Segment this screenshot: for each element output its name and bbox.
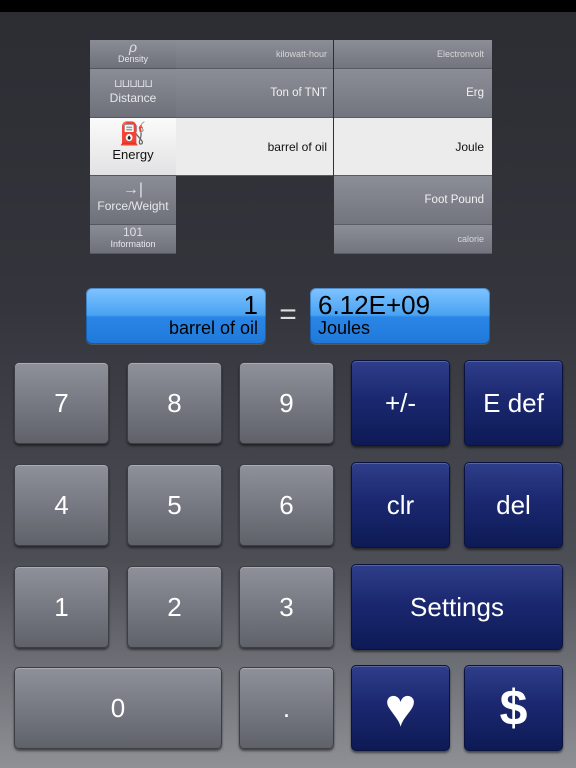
equals-sign: =: [279, 298, 297, 331]
key-1[interactable]: 1: [14, 566, 109, 648]
settings-button[interactable]: Settings: [351, 564, 563, 650]
e-def-button[interactable]: E def: [464, 360, 563, 446]
key-5[interactable]: 5: [127, 464, 222, 546]
key-6[interactable]: 6: [239, 464, 334, 546]
category-density[interactable]: ρ Density: [90, 40, 176, 69]
from-unit-option[interactable]: kilowatt-hour: [176, 40, 333, 69]
currency-button[interactable]: $: [464, 665, 563, 751]
category-energy[interactable]: ⛽ Energy: [90, 118, 176, 176]
to-unit-wheel[interactable]: Electronvolt Erg Joule Foot Pound calori…: [334, 40, 492, 254]
key-4[interactable]: 4: [14, 464, 109, 546]
to-unit-selected[interactable]: Joule: [334, 118, 492, 176]
ruler-icon: ⊔⊔⊔⊔⊔: [114, 78, 153, 90]
to-unit-option[interactable]: calorie: [334, 225, 492, 254]
density-icon: ρ: [128, 39, 138, 55]
to-unit-option[interactable]: Erg: [334, 69, 492, 118]
arrow-to-bar-icon: →|: [122, 181, 144, 198]
key-2[interactable]: 2: [127, 566, 222, 648]
from-unit-option[interactable]: Ton of TNT: [176, 69, 333, 118]
category-label: Distance: [109, 91, 157, 105]
to-display[interactable]: 6.12E+09 Joules: [310, 288, 490, 344]
key-decimal[interactable]: .: [239, 667, 334, 749]
category-distance[interactable]: ⊔⊔⊔⊔⊔ Distance: [90, 69, 176, 118]
to-unit-option[interactable]: Electronvolt: [334, 40, 492, 69]
from-unit-label: barrel of oil: [168, 318, 258, 338]
binary-icon: 101: [122, 225, 144, 239]
key-3[interactable]: 3: [239, 566, 334, 648]
to-unit-option[interactable]: Foot Pound: [334, 176, 492, 225]
to-value: 6.12E+09: [318, 290, 431, 320]
dollar-icon: $: [499, 680, 528, 736]
delete-button[interactable]: del: [464, 462, 563, 548]
heart-icon: ♥: [384, 678, 417, 738]
category-force-weight[interactable]: →| Force/Weight: [90, 176, 176, 225]
key-0[interactable]: 0: [14, 667, 222, 749]
fuel-pump-icon: ⛽: [119, 121, 147, 146]
key-8[interactable]: 8: [127, 362, 222, 444]
from-unit-selected[interactable]: barrel of oil: [176, 118, 333, 176]
key-9[interactable]: 9: [239, 362, 334, 444]
unit-picker[interactable]: ρ Density ⊔⊔⊔⊔⊔ Distance ⛽ Energy →| For…: [86, 40, 496, 254]
to-unit-label: Joules: [318, 318, 371, 338]
category-label: Density: [117, 54, 148, 64]
favorite-button[interactable]: ♥: [351, 665, 450, 751]
from-unit-empty: [176, 176, 333, 253]
category-label: Force/Weight: [97, 199, 169, 213]
status-bar: [0, 0, 576, 12]
category-label: Energy: [112, 147, 154, 162]
clear-button[interactable]: clr: [351, 462, 450, 548]
category-information[interactable]: 101 Information: [90, 225, 176, 254]
plus-minus-button[interactable]: +/-: [351, 360, 450, 446]
from-unit-wheel[interactable]: kilowatt-hour Ton of TNT barrel of oil: [176, 40, 333, 254]
key-7[interactable]: 7: [14, 362, 109, 444]
category-label: Information: [110, 239, 156, 249]
from-value: 1: [243, 290, 258, 320]
category-wheel[interactable]: ρ Density ⊔⊔⊔⊔⊔ Distance ⛽ Energy →| For…: [90, 40, 176, 254]
from-display[interactable]: 1 barrel of oil: [86, 288, 266, 344]
